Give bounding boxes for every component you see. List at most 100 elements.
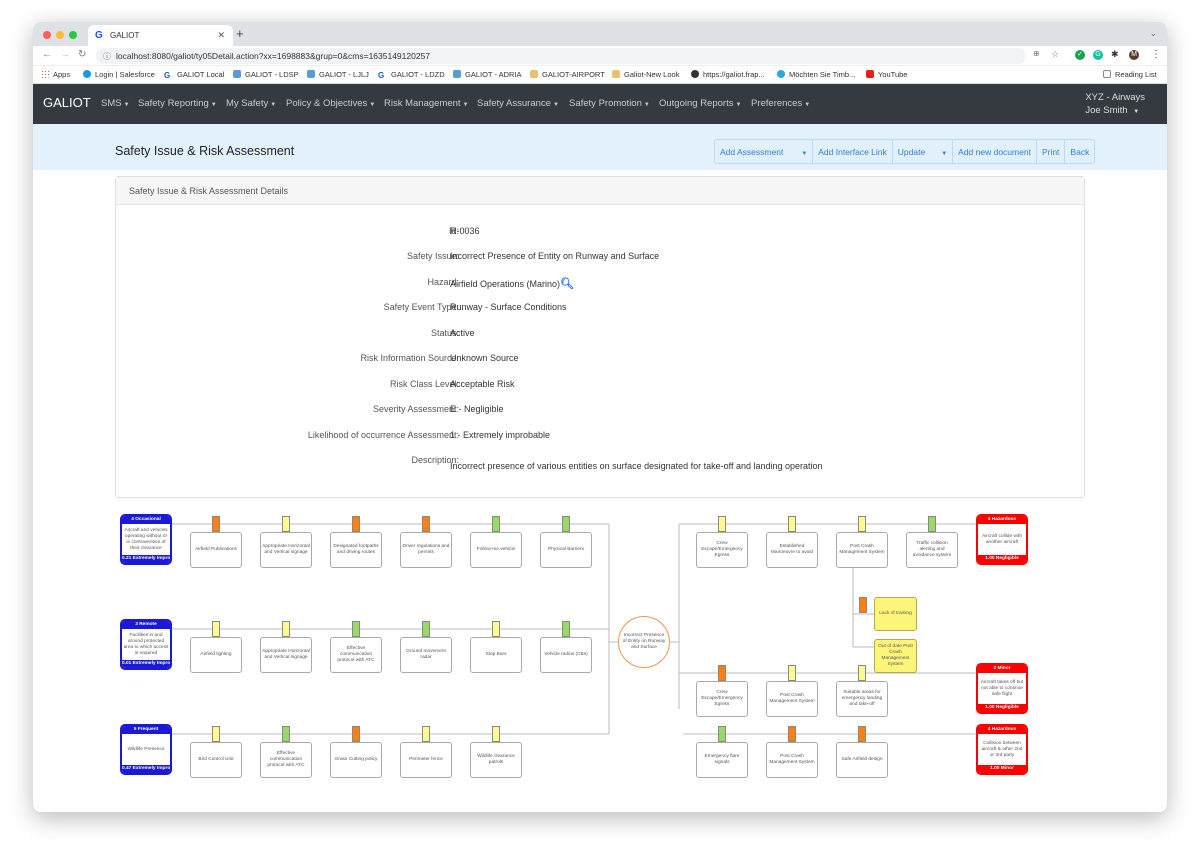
add-new-document-button[interactable]: Add new document [953,140,1037,163]
cube-icon [307,70,315,78]
bookmark-item[interactable]: GALIOT - ADRIA [453,70,522,79]
bookmark-item[interactable]: G GALIOT Local [164,70,224,80]
bookmark-item[interactable]: Galiot-New Look [612,70,679,79]
barrier-box[interactable]: Suitable areas for emergency landing and… [836,681,888,717]
zoom-icon[interactable]: ⊕ [1033,49,1040,58]
menu-preferences[interactable]: Preferences ▼ [751,98,810,109]
minimize-window-button[interactable] [56,31,64,39]
barrier-box[interactable]: Appropriate Horizontal and Vertical sign… [260,532,312,568]
url-input[interactable]: ⓘ localhost:8080/galiot/ty05Detail.actio… [96,48,1026,64]
bookmark-item[interactable]: https://galiot.frap... [691,70,765,79]
barrier-box[interactable]: Driver regulations and permits [400,532,452,568]
back-button[interactable]: Back [1065,140,1094,163]
bookmark-item[interactable]: Möchten Sie Timb... [777,70,855,79]
bookmark-item[interactable]: G GALIOT - LDZD [378,70,445,80]
risk-description: Facilities in and around protected area … [123,632,169,656]
barrier-box[interactable]: Physical Barriers [540,532,592,568]
barrier-box[interactable]: Stop Bars [470,637,522,673]
update-button[interactable]: Update ▼ [893,140,954,163]
barrier-box[interactable]: Perimeter fence [400,742,452,778]
barrier-box[interactable]: Crew Escape/Emergency Egress [696,532,748,568]
barrier-box[interactable]: Effective communication protocol with AT… [330,637,382,673]
barrier-effectiveness-flag [492,726,500,742]
consequence-box[interactable]: 4 Hazardous Collision between aircraft & … [976,724,1028,775]
barrier-effectiveness-flag [788,665,796,681]
user-menu[interactable]: XYZ - Airways Joe Smith ▼ [1085,91,1145,119]
close-tab-icon[interactable]: ✕ [217,30,225,41]
barrier-box[interactable]: Wildlife clearance patrols [470,742,522,778]
barrier-box[interactable]: Designated footpaths and driving routes [330,532,382,568]
extension-check-icon[interactable]: ✓ [1075,50,1085,60]
new-tab-button[interactable]: + [236,26,244,41]
close-window-button[interactable] [43,31,51,39]
browser-tab[interactable]: G GALIOT ✕ [88,25,233,46]
barrier-box[interactable]: Vehicle radios (CBs) [540,637,592,673]
extensions-puzzle-icon[interactable]: ✱ [1111,49,1119,60]
barrier-box[interactable]: Post Crash Management System [766,742,818,778]
menu-sms[interactable]: SMS ▼ [101,98,130,109]
barrier-box[interactable]: Follow-me vehicle [470,532,522,568]
caret-down-icon: ▼ [462,102,469,108]
barrier-box[interactable]: Ground movement radar [400,637,452,673]
threat-box[interactable]: 4 Occasional Aircraft and vehicles operat… [120,514,172,565]
risk-score-label: 1.00 Negligible [978,704,1026,712]
tab-search-chevron-icon[interactable]: ⌄ [1149,28,1157,39]
barrier-box[interactable]: Effective communication protocol with AT… [260,742,312,778]
menu-safety-assurance[interactable]: Safety Assurance ▼ [477,98,559,109]
menu-my-safety[interactable]: My Safety ▼ [226,98,276,109]
forward-arrow-icon[interactable]: → [60,49,70,60]
threat-box[interactable]: 5 Frequent Wildlife Presence 0.47 Extremel… [120,724,172,775]
reload-icon[interactable]: ↻ [78,49,86,60]
bookmarks-bar: Apps Login | Salesforce G GALIOT Local GA… [33,66,1167,84]
threat-box[interactable]: 3 Remote Facilities in and around protect… [120,619,172,670]
bookmark-item[interactable]: GALIOT-AIRPORT [530,70,605,79]
bookmark-apps[interactable]: Apps [41,70,70,79]
barrier-box[interactable]: Grass Cutting policy [330,742,382,778]
barrier-box[interactable]: Airfield Publications [190,532,242,568]
barrier-box[interactable]: Post Crash Management System [836,532,888,568]
user-name: Joe Smith [1085,105,1128,116]
caret-down-icon: ▼ [369,102,376,108]
barrier-box[interactable]: Appropriate Horizontal and Vertical sign… [260,637,312,673]
barrier-box[interactable]: Airfield lighting [190,637,242,673]
menu-risk-management[interactable]: Risk Management ▼ [384,98,469,109]
add-assessment-button[interactable]: Add Assessment ▼ [715,140,814,163]
card-title: Safety Issue & Risk Assessment Details [116,177,1084,205]
maximize-window-button[interactable] [69,31,77,39]
menu-policy-objectives[interactable]: Policy & Objectives ▼ [286,98,375,109]
back-arrow-icon[interactable]: ← [42,49,52,60]
barrier-box[interactable]: Traffic collision alerting and avoidance… [906,532,958,568]
escalation-factor-box[interactable]: Out of date Post Crash Management System [874,639,917,673]
menu-safety-reporting[interactable]: Safety Reporting ▼ [138,98,217,109]
barrier-box[interactable]: Safe Airfield design [836,742,888,778]
more-menu-icon[interactable]: ⋮ [1151,49,1161,60]
bookmark-item[interactable]: YouTube [866,70,907,79]
barrier-box[interactable]: Emergency flare signals [696,742,748,778]
search-icon[interactable]: 🔍︎ [560,278,574,290]
barrier-effectiveness-flag [788,516,796,532]
bookmark-item[interactable]: GALIOT - LJLJ [307,70,369,79]
reading-list-button[interactable]: Reading List [1103,70,1157,79]
bookmark-item[interactable]: Login | Salesforce [83,70,155,79]
bookmark-item[interactable]: GALIOT - LDSP [233,70,299,79]
risk-level-label: 2 Minor [978,665,1026,673]
risk-level-label: 5 Frequent [122,726,170,734]
bookmark-star-icon[interactable]: ☆ [1051,49,1059,60]
menu-outgoing-reports[interactable]: Outgoing Reports ▼ [659,98,741,109]
top-event-circle[interactable]: Incorrect Presence of Entity on Runway a… [618,616,670,668]
barrier-box[interactable]: Established Manoeuvre to avoid [766,532,818,568]
barrier-box[interactable]: Bird Control Unit [190,742,242,778]
add-interface-link-button[interactable]: Add Interface Link [813,140,893,163]
brand-logo[interactable]: GALIOT [43,95,91,110]
grammarly-icon[interactable]: G [1093,50,1103,60]
barrier-box[interactable]: Post Crash Management System [766,681,818,717]
menu-safety-promotion[interactable]: Safety Promotion ▼ [569,98,650,109]
barrier-effectiveness-flag [858,665,866,681]
profile-avatar[interactable]: M [1129,50,1139,60]
consequence-box[interactable]: 4 Hazardous Aircraft collide with another… [976,514,1028,565]
barrier-box[interactable]: Crew Escape/Emergency Egress [696,681,748,717]
print-button[interactable]: Print [1037,140,1066,163]
barrier-effectiveness-flag [718,516,726,532]
consequence-box[interactable]: 2 Minor Aircraft takes off but not able t… [976,663,1028,714]
escalation-factor-box[interactable]: Lack of training [874,597,917,631]
